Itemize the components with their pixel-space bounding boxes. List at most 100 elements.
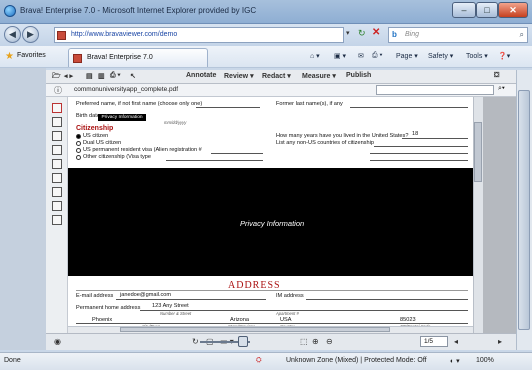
menu-review[interactable]: Review ▾ [224, 72, 254, 80]
document-page: Preferred name, if not first name (choos… [68, 97, 473, 333]
star-icon[interactable]: ★ [5, 51, 14, 62]
browser-scroll-thumb[interactable] [518, 90, 530, 330]
countries-line-2 [370, 153, 468, 154]
menu-publish[interactable]: Publish [346, 72, 371, 79]
forward-arrow-icon[interactable]: ▶ [22, 26, 39, 43]
birth-date-label: Birth date [76, 113, 100, 119]
markup-icon[interactable] [52, 103, 62, 113]
maximize-button[interactable]: □ [476, 2, 498, 18]
document-scroll-thumb[interactable] [474, 122, 482, 182]
tab-label: Brava! Enterprise 7.0 [87, 54, 153, 61]
next-page-icon[interactable]: ▸ [498, 337, 502, 346]
option-other-citizenship: Other citizenship (Visa type [83, 154, 151, 160]
folder-icon[interactable]: 🗁 [52, 72, 61, 83]
site-favicon-icon [57, 31, 66, 40]
home-icon[interactable]: ⌂ ▾ [310, 52, 320, 60]
safety-menu[interactable]: Safety ▾ [428, 52, 453, 60]
prev-page-icon[interactable]: ◂ [454, 337, 458, 346]
print-icon[interactable]: ⎙ ▾ [110, 72, 121, 80]
file-row: ⓘ commonuniversityapp_complete.pdf ⌕▾ [46, 84, 516, 97]
countries-line-3 [370, 160, 468, 161]
help-icon[interactable]: ❓▾ [498, 52, 510, 60]
radio-permanent-resident[interactable] [76, 148, 81, 153]
pages-icon[interactable] [52, 201, 62, 211]
search-icon[interactable]: ⌕ [520, 30, 524, 40]
settings-icon[interactable]: ◉ [54, 337, 61, 346]
settings-icon[interactable] [52, 159, 62, 169]
zoom-slider-knob[interactable] [238, 336, 248, 347]
birth-date-redaction[interactable]: Privacy Information [98, 114, 146, 121]
former-names-line [350, 107, 468, 108]
nav-arrows-icon[interactable]: ◂ ▸ [64, 72, 73, 80]
print-icon[interactable]: ⎙ ▾ [372, 52, 383, 60]
status-bar: Done ⛭ Unknown Zone (Mixed) | Protected … [0, 352, 532, 370]
menu-redact[interactable]: Redact ▾ [262, 72, 291, 80]
im-label: IM address [276, 293, 304, 299]
former-names-label: Former last name(s), if any [276, 101, 343, 107]
site-favicon-icon [73, 54, 82, 63]
refresh-icon[interactable]: ↻ [358, 28, 366, 39]
email-label: E-mail address [76, 293, 114, 299]
zoom-box-icon[interactable]: ⬚ [300, 337, 308, 346]
window-title: Brava! Enterprise 7.0 - Microsoft Intern… [20, 6, 257, 15]
section-divider [76, 290, 468, 291]
permanent-address-label: Permanent home address [76, 305, 141, 311]
select-cursor-icon[interactable]: ↖ [130, 72, 136, 80]
rss-feed-icon[interactable]: ▣ ▾ [334, 52, 346, 60]
search-placeholder: Bing [405, 31, 420, 38]
document-icon[interactable] [52, 173, 62, 183]
layers-icon[interactable] [52, 145, 62, 155]
rotate-icon[interactable]: ↻ [192, 337, 199, 346]
url-text: http://www.bravaviewer.com/demo [71, 31, 178, 38]
radio-other-citizenship[interactable] [76, 155, 81, 160]
bing-logo-icon: b [392, 30, 397, 39]
street-value: 123 Any Street [152, 303, 189, 309]
help-icon[interactable]: ⓘ [54, 85, 62, 96]
mail-icon[interactable]: ✉ [358, 52, 364, 60]
redaction-label: Privacy Information [240, 219, 305, 228]
filter-dropdown[interactable] [376, 85, 494, 95]
protected-mode-icon[interactable]: ◐ ▾ [450, 357, 460, 365]
copy-icon[interactable]: ▥ [98, 72, 105, 80]
back-arrow-icon[interactable]: ◀ [4, 26, 21, 43]
status-text: Done [4, 357, 21, 364]
radio-us-citizen[interactable] [76, 134, 81, 139]
option-dual-citizen: Dual US citizen [83, 140, 122, 146]
radio-dual-citizen[interactable] [76, 141, 81, 146]
monitor-icon[interactable] [52, 131, 62, 141]
security-icon[interactable]: ⛭ [256, 357, 262, 365]
search-input[interactable]: b Bing ⌕ [388, 27, 528, 43]
apartment-hint: Apartment # [276, 311, 299, 316]
tool-rail [46, 97, 68, 333]
date-format-hint: mm/dd/yyyy [164, 120, 187, 125]
search-icon[interactable]: ⌕▾ [498, 85, 505, 93]
tools-menu[interactable]: Tools ▾ [466, 52, 488, 60]
image-icon[interactable] [52, 215, 62, 225]
favorites-button[interactable]: Favorites [17, 52, 46, 59]
layers-icon[interactable]: ⛋ [494, 72, 499, 80]
page-select[interactable]: 1/5 [420, 336, 448, 347]
stop-icon[interactable]: ✕ [372, 27, 380, 38]
zoom-in-icon[interactable]: ⊕ [312, 337, 319, 346]
url-input[interactable]: http://www.bravaviewer.com/demo [54, 27, 344, 43]
zoom-level[interactable]: 100% [476, 357, 494, 364]
zoom-out-icon[interactable]: ⊖ [326, 337, 333, 346]
tab-brava[interactable]: Brava! Enterprise 7.0 [68, 48, 208, 67]
zone-text: Unknown Zone (Mixed) | Protected Mode: O… [286, 357, 427, 364]
close-button[interactable]: ✕ [498, 2, 528, 18]
menu-annotate[interactable]: Annotate [186, 72, 216, 79]
minimize-button[interactable]: – [452, 2, 476, 18]
preferred-name-line [196, 107, 260, 108]
save-icon[interactable]: ▤ [86, 72, 93, 80]
redact-icon[interactable] [52, 117, 62, 127]
menu-measure[interactable]: Measure ▾ [302, 72, 336, 80]
stamp-icon[interactable] [52, 187, 62, 197]
email-value: janedoe@gmail.com [120, 292, 172, 298]
internet-explorer-icon [4, 5, 16, 17]
countries-line [374, 146, 468, 147]
page-menu[interactable]: Page ▾ [396, 52, 418, 60]
citizenship-heading: Citizenship [76, 125, 114, 132]
chevron-down-icon[interactable]: ▾ [346, 29, 350, 37]
horizontal-scroll-thumb[interactable] [120, 327, 390, 332]
favorites-bar: ★ Favorites Brava! Enterprise 7.0 ⌂ ▾ ▣ … [0, 46, 532, 68]
